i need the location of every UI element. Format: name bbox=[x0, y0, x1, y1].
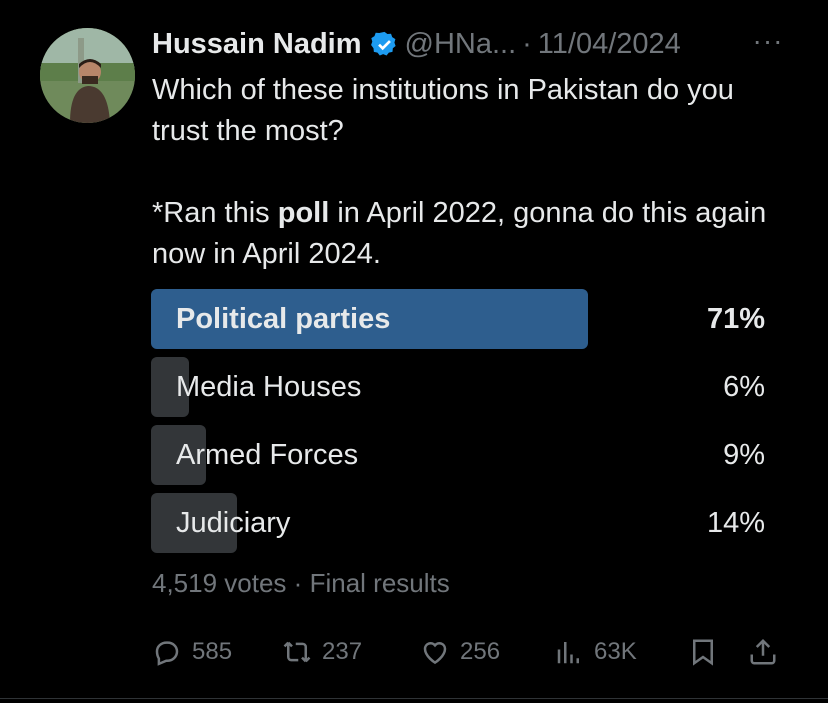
tweet-note-start: *Ran this bbox=[152, 197, 278, 229]
view-count: 63K bbox=[594, 638, 637, 665]
header-separator: · bbox=[522, 27, 532, 60]
share-button[interactable] bbox=[748, 632, 788, 672]
poll: Political parties 71% Media Houses 6% Ar… bbox=[151, 289, 767, 561]
share-icon bbox=[750, 638, 776, 665]
meta-separator: · bbox=[293, 568, 303, 598]
views-icon bbox=[557, 642, 579, 664]
repost-button[interactable]: 237 bbox=[282, 632, 362, 672]
poll-status: Final results bbox=[309, 568, 450, 598]
poll-option-label: Judiciary bbox=[176, 507, 291, 539]
like-count: 256 bbox=[460, 638, 501, 665]
action-bar: 585 237 256 63K bbox=[152, 632, 788, 672]
poll-option-judiciary: Judiciary 14% bbox=[151, 493, 767, 553]
poll-option-label: Armed Forces bbox=[176, 439, 359, 471]
author-handle[interactable]: @HNa... bbox=[405, 28, 517, 61]
tweet-date[interactable]: 11/04/2024 bbox=[538, 28, 681, 61]
poll-option-armed-forces: Armed Forces 9% bbox=[151, 425, 767, 485]
more-icon[interactable]: ··· bbox=[748, 27, 788, 60]
avatar[interactable] bbox=[40, 28, 135, 123]
verified-badge-icon bbox=[370, 31, 396, 55]
bookmark-icon bbox=[693, 639, 713, 666]
bookmark-button[interactable] bbox=[688, 632, 728, 672]
repost-count: 237 bbox=[322, 638, 363, 665]
divider bbox=[0, 698, 828, 699]
views-button[interactable]: 63K bbox=[554, 632, 637, 672]
tweet-note-bold: poll bbox=[277, 197, 330, 229]
repost-icon bbox=[283, 641, 311, 663]
poll-option-label: Political parties bbox=[176, 303, 391, 335]
poll-option-percent: 6% bbox=[723, 371, 765, 403]
like-button[interactable]: 256 bbox=[420, 632, 500, 672]
tweet[interactable]: Hussain Nadim @HNa... · 11/04/2024 ··· W… bbox=[0, 0, 828, 703]
tweet-note: *Ran this poll in April 2022, gonna do t… bbox=[152, 193, 792, 275]
poll-option-political-parties: Political parties 71% bbox=[151, 289, 767, 349]
tweet-header: Hussain Nadim @HNa... · 11/04/2024 bbox=[152, 24, 776, 64]
reply-button[interactable]: 585 bbox=[152, 632, 232, 672]
tweet-text: Which of these institutions in Pakistan … bbox=[152, 70, 792, 275]
poll-option-label: Media Houses bbox=[176, 371, 362, 403]
reply-count: 585 bbox=[192, 638, 233, 665]
poll-option-media-houses: Media Houses 6% bbox=[151, 357, 767, 417]
reply-icon bbox=[155, 641, 179, 666]
poll-meta: 4,519 votes · Final results bbox=[152, 568, 450, 599]
author-name[interactable]: Hussain Nadim bbox=[152, 28, 362, 61]
poll-option-percent: 9% bbox=[723, 439, 765, 471]
poll-option-percent: 71% bbox=[706, 303, 765, 335]
avatar-photo bbox=[40, 28, 135, 123]
like-icon bbox=[423, 642, 447, 665]
tweet-question: Which of these institutions in Pakistan … bbox=[152, 74, 734, 147]
vote-count: 4,519 votes bbox=[152, 568, 287, 598]
poll-option-percent: 14% bbox=[706, 507, 765, 539]
